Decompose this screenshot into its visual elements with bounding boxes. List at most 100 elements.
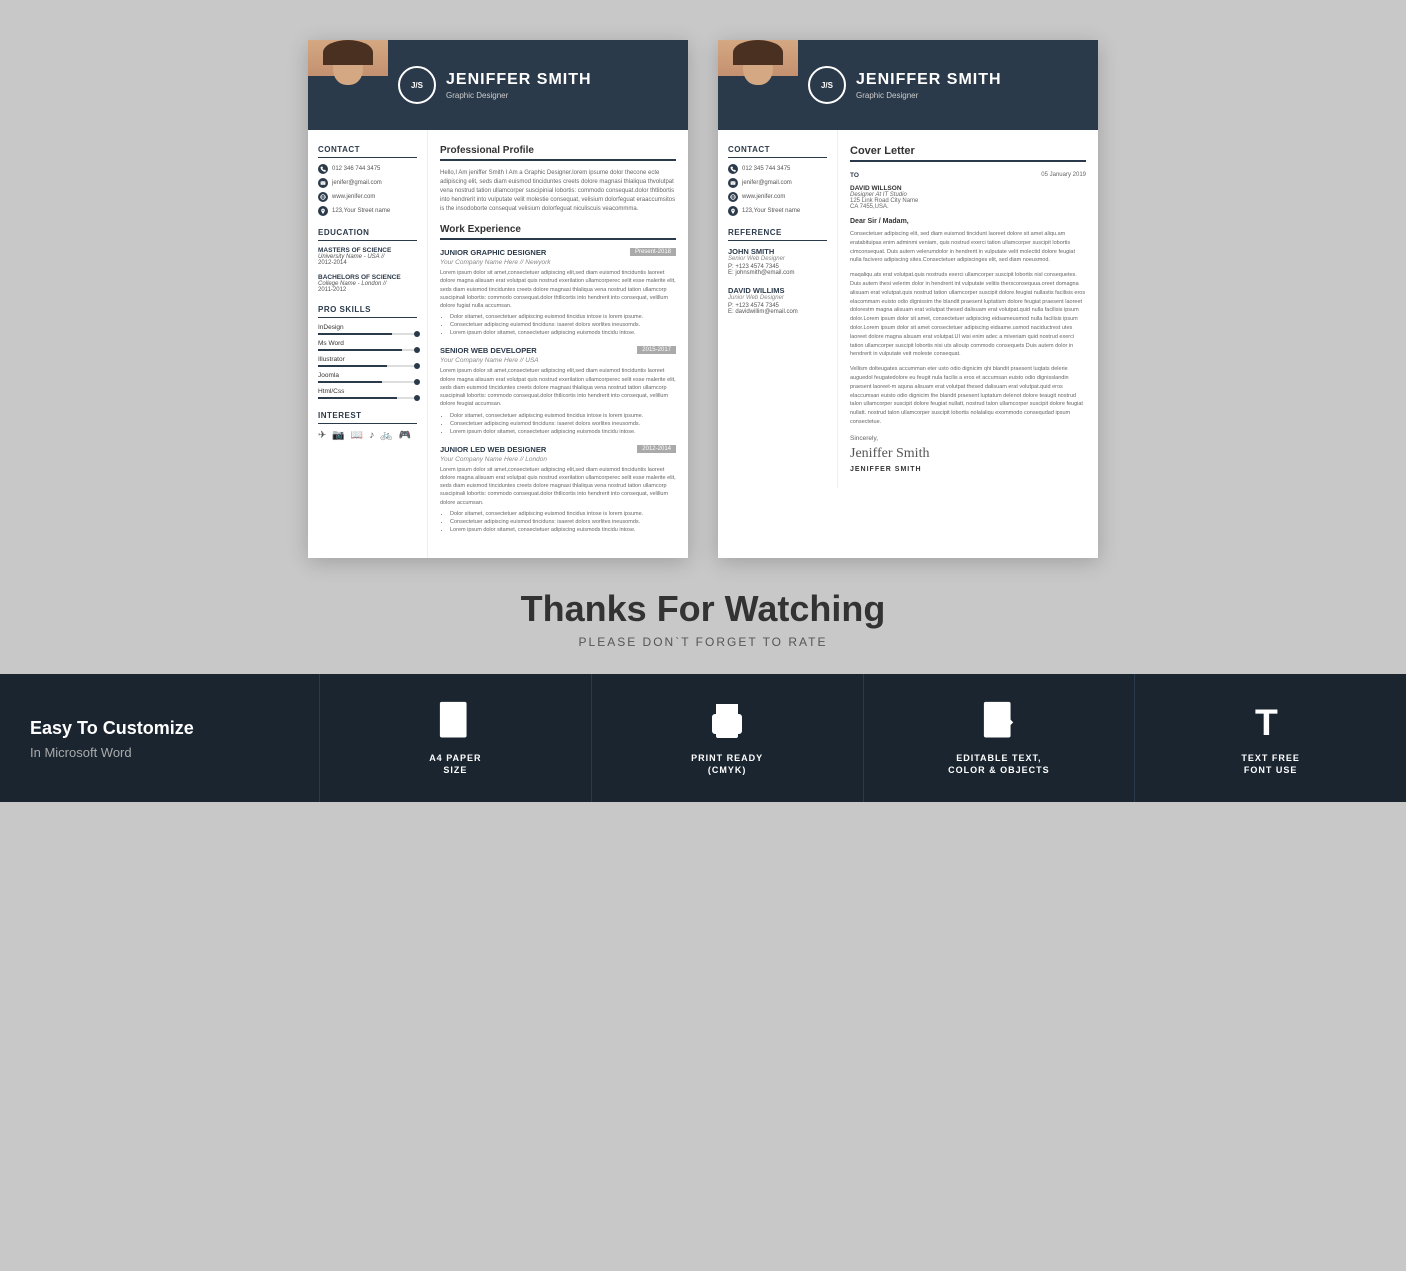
cover-phone-icon [728, 164, 738, 174]
customize-bold: Customize [103, 718, 194, 738]
resume-header: J/S JENIFFER SMITH Graphic Designer [308, 40, 688, 130]
skills-label: Pro Skills [318, 305, 417, 318]
skill-name-1: InDesign [318, 324, 417, 331]
cover-greeting: Dear Sir / Madam, [850, 218, 1086, 225]
bottom-left-text: Easy To Customize [30, 716, 289, 741]
ref-name-1: JOHN SMITH [728, 247, 827, 256]
bike-icon: 🚲 [380, 430, 392, 441]
cover-web-icon [728, 192, 738, 202]
cover-address-text: 123,Your Street name [742, 208, 800, 214]
contact-section: Contact 012 346 744 3475 jenifer@gmail.c… [318, 145, 417, 216]
job-desc-1: Lorem ipsum dolor sit amet,consectetuer … [440, 269, 676, 310]
phone-icon [318, 164, 328, 174]
resume-main: Professional Profile Hello,I Am jeniffer… [428, 130, 688, 558]
job-item-1: JUNIOR GRAPHIC DESIGNER Present-2018 You… [440, 248, 676, 336]
cover-address-2: CA 7455,USA. [850, 204, 1086, 210]
ref-role-2: Junior Web Designer [728, 295, 827, 301]
resume-name-block: JENIFFER SMITH Graphic Designer [446, 71, 592, 100]
cover-phone-text: 012 345 744 3475 [742, 166, 790, 172]
feature-label-print: PRINT READY (CMYK) [691, 752, 763, 777]
cover-contact-section: Contact 012 345 744 3475 jenifer@gmail.c… [728, 145, 827, 216]
job-desc-2: Lorem ipsum dolor sit amet,consectetuer … [440, 367, 676, 408]
cover-email: jenifer@gmail.com [728, 178, 827, 188]
email-icon [318, 178, 328, 188]
cover-job-title: Graphic Designer [856, 91, 1002, 100]
location-icon [318, 206, 328, 216]
bottom-features: A4 PAPER SIZE PRINT READY (CMYK) [320, 674, 1406, 802]
skill-name-3: Illustrator [318, 356, 417, 363]
job-title-2: SENIOR WEB DEVELOPER [440, 346, 537, 355]
game-icon: 🎮 [399, 430, 411, 441]
resume-page: J/S JENIFFER SMITH Graphic Designer Cont… [308, 40, 688, 558]
cover-address: 123,Your Street name [728, 206, 827, 216]
resume-job-title: Graphic Designer [446, 91, 592, 100]
contact-label: Contact [318, 145, 417, 158]
cover-letter-content: Cover Letter TO 05 January 2019 DAVID WI… [838, 130, 1098, 488]
resume-body: Contact 012 346 744 3475 jenifer@gmail.c… [308, 130, 688, 558]
monogram-text: J/S [411, 81, 423, 90]
airplane-icon: ✈ [318, 430, 326, 441]
feature-label-a4: A4 PAPER SIZE [429, 752, 481, 777]
resume-sidebar: Contact 012 346 744 3475 jenifer@gmail.c… [308, 130, 428, 558]
job-company-1: Your Company Name Here // Newyork [440, 259, 676, 266]
cover-body-1: Consectetuer adipiscing elit, sed diam e… [850, 230, 1086, 265]
cover-body-3: Vellism dolteugates accumman eter usto o… [850, 365, 1086, 427]
contact-address: 123,Your Street name [318, 206, 417, 216]
interest-label: Interest [318, 411, 417, 424]
bottom-bar: Easy To Customize In Microsoft Word A4 P… [0, 674, 1406, 802]
bullet-1-1: Dolor sitamet, consectetuer adipiscing e… [450, 314, 676, 320]
resume-monogram: J/S [398, 66, 436, 104]
cover-phone: 012 345 744 3475 [728, 164, 827, 174]
cover-main: Contact 012 345 744 3475 jenifer@gmail.c… [718, 130, 1098, 488]
cover-page: J/S JENIFFER SMITH Graphic Designer Cont… [718, 40, 1098, 558]
cover-to-block: TO 05 January 2019 [850, 172, 1086, 179]
job-company-3: Your Company Name Here // London [440, 456, 676, 463]
book-icon: 📖 [351, 430, 363, 441]
skill-illustrator: Illustrator [318, 356, 417, 367]
job-bullets-2: Dolor sitamet, consectetuer adipiscing e… [440, 413, 676, 435]
cover-signature: Jeniffer Smith [850, 446, 1086, 462]
thanks-title: Thanks For Watching [0, 588, 1406, 630]
cover-location-icon [728, 206, 738, 216]
cover-contact-label: Contact [728, 145, 827, 158]
job-desc-3: Lorem ipsum dolor sit amet,consectetuer … [440, 466, 676, 507]
reference-label: Reference [728, 228, 827, 241]
cover-email-text: jenifer@gmail.com [742, 180, 792, 186]
job-item-3: JUNIOR LED WEB DESIGNER 2012-2014 Your C… [440, 445, 676, 533]
contact-address-text: 123,Your Street name [332, 208, 390, 214]
reference-section: Reference JOHN SMITH Senior Web Designer… [728, 228, 827, 315]
edit-doc-icon [976, 699, 1021, 744]
cover-recipient-name: DAVID WILLSON [850, 185, 1086, 192]
job-title-1: JUNIOR GRAPHIC DESIGNER [440, 248, 546, 257]
cover-monogram: J/S [808, 66, 846, 104]
customize-sub: In Microsoft Word [30, 745, 289, 760]
education-label: Education [318, 228, 417, 241]
job-item-2: SENIOR WEB DEVELOPER 2015-2017 Your Comp… [440, 346, 676, 434]
cover-sidebar: Contact 012 345 744 3475 jenifer@gmail.c… [718, 130, 838, 488]
contact-email-text: jenifer@gmail.com [332, 180, 382, 186]
skill-joomla: Joomla [318, 372, 417, 383]
thanks-subtitle: PLEASE DON`T FORGET TO RATE [0, 635, 1406, 649]
skill-bar-1 [318, 333, 417, 335]
contact-web-text: www.jenifer.com [332, 194, 375, 200]
bullet-2-1: Dolor sitamet, consectetuer adipiscing e… [450, 413, 676, 419]
bullet-3-2: Consectetuer adipiscing euismod tincidun… [450, 519, 676, 525]
edu-year-2: 2011-2012 [318, 287, 417, 293]
cover-sincerely: Sincerely, [850, 435, 1086, 442]
cover-name-block: JENIFFER SMITH Graphic Designer [856, 71, 1002, 100]
contact-phone-text: 012 346 744 3475 [332, 166, 380, 172]
web-icon [318, 192, 328, 202]
skill-name-5: Html/Css [318, 388, 417, 395]
job-date-3: 2012-2014 [637, 445, 676, 453]
cover-header: J/S JENIFFER SMITH Graphic Designer [718, 40, 1098, 130]
ref-email-2: E: davidwillim@email.com [728, 309, 827, 315]
work-section-title: Work Experience [440, 224, 676, 240]
feature-label-edit: EDITABLE TEXT, COLOR & OBJECTS [948, 752, 1050, 777]
cover-photo [718, 40, 798, 130]
job-title-3: JUNIOR LED WEB DESIGNER [440, 445, 546, 454]
interest-icons: ✈ 📷 📖 ♪ 🚲 🎮 [318, 430, 417, 441]
a4-icon [433, 699, 478, 744]
contact-website: www.jenifer.com [318, 192, 417, 202]
ref-person-1: JOHN SMITH Senior Web Designer P: +123 4… [728, 247, 827, 276]
customize-line1: Easy To [30, 718, 103, 738]
